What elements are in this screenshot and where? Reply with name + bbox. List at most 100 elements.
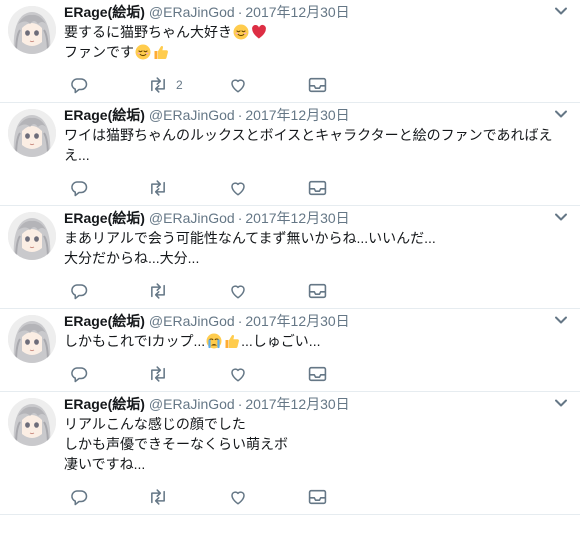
tweet[interactable]: ERage(絵垢) @ERaJinGod · 2017年12月30日 要するに猫野ちゃん… [0,0,580,103]
tweet-text-line: ファンです [64,42,550,62]
chevron-down-icon[interactable] [554,107,568,121]
reply-icon [70,179,88,197]
tweet-text-line: 大分だからね...大分... [64,250,200,266]
tweet-text: しかもこれでIカップ... ...しゅごい... [64,331,550,351]
tweet-actions [64,482,550,514]
display-name[interactable]: ERage(絵垢) [64,210,145,226]
tweet-text-line: まあリアルで会う可能性なんてまず無いからね...いいんだ... [64,230,436,246]
tweet-text-line: 要するに猫野ちゃん大好き [64,22,550,42]
avatar[interactable] [8,212,56,260]
username[interactable]: @ERaJinGod [149,107,235,123]
relieved-face-emoji [233,24,249,40]
tweet-text: 要するに猫野ちゃん大好き ファンです [64,22,550,62]
reply-icon [70,365,88,383]
tweet[interactable]: ERage(絵垢) @ERaJinGod · 2017年12月30日 まあリアルで会う可… [0,206,580,309]
tweet[interactable]: ERage(絵垢) @ERaJinGod · 2017年12月30日 しかもこれでIカッ… [0,309,580,392]
retweet-icon [148,488,168,506]
retweet-icon [148,179,168,197]
heart-icon [229,282,247,300]
like-button[interactable] [229,282,247,300]
separator-dot: · [237,210,243,226]
display-name[interactable]: ERage(絵垢) [64,4,145,20]
tweet-actions [64,359,550,391]
direct-message-button[interactable] [308,76,327,94]
username[interactable]: @ERaJinGod [149,4,235,20]
reply-button[interactable] [70,282,88,300]
direct-message-button[interactable] [308,365,327,383]
like-button[interactable] [229,76,247,94]
reply-button[interactable] [70,488,88,506]
direct-message-button[interactable] [308,179,327,197]
tweet-text-line: リアルこんな感じの顔でした [64,416,246,432]
retweet-icon [148,365,168,383]
tweet[interactable]: ERage(絵垢) @ERaJinGod · 2017年12月30日ワイは猫野ちゃんの… [0,103,580,206]
envelope-icon [308,366,327,382]
tweet-header: ERage(絵垢) @ERaJinGod · 2017年12月30日 [64,312,550,330]
thumbs-up-emoji [224,333,240,349]
direct-message-button[interactable] [308,282,327,300]
red-heart-emoji [251,24,267,40]
retweet-button[interactable] [148,488,176,506]
direct-message-button[interactable] [308,488,327,506]
username[interactable]: @ERaJinGod [149,396,235,412]
envelope-icon [308,180,327,196]
reply-button[interactable] [70,76,88,94]
tweet-text-tail: ...しゅごい... [241,333,321,349]
separator-dot: · [237,313,243,329]
timestamp[interactable]: 2017年12月30日 [245,210,349,226]
avatar[interactable] [8,6,56,54]
retweet-button[interactable]: 2 [148,76,183,94]
timestamp[interactable]: 2017年12月30日 [245,107,349,123]
reply-button[interactable] [70,179,88,197]
chevron-down-icon[interactable] [554,4,568,18]
retweet-button[interactable] [148,179,176,197]
tweet-actions: 2 [64,70,550,102]
timestamp[interactable]: 2017年12月30日 [245,313,349,329]
like-button[interactable] [229,365,247,383]
tweet-text-line: ワイは猫野ちゃんのルックスとボイスとキャラクターと絵のファンであればえ [64,127,553,143]
chevron-down-icon[interactable] [554,313,568,327]
reply-button[interactable] [70,365,88,383]
thumbs-up-emoji [153,44,169,60]
tweet-header: ERage(絵垢) @ERaJinGod · 2017年12月30日 [64,209,550,227]
display-name[interactable]: ERage(絵垢) [64,107,145,123]
heart-icon [229,365,247,383]
heart-icon [229,179,247,197]
relieved-face-emoji [135,44,151,60]
tweet-actions [64,173,550,205]
username[interactable]: @ERaJinGod [149,210,235,226]
timestamp[interactable]: 2017年12月30日 [245,4,349,20]
separator-dot: · [237,4,243,20]
crying-face-emoji [206,333,222,349]
reply-icon [70,488,88,506]
tweet-text-line: え... [64,147,90,163]
like-button[interactable] [229,488,247,506]
envelope-icon [308,283,327,299]
display-name[interactable]: ERage(絵垢) [64,396,145,412]
like-button[interactable] [229,179,247,197]
tweet-text: ワイは猫野ちゃんのルックスとボイスとキャラクターと絵のファンであればえ え... [64,125,553,165]
retweet-button[interactable] [148,365,176,383]
retweet-count: 2 [176,78,183,92]
display-name[interactable]: ERage(絵垢) [64,313,145,329]
tweet-header: ERage(絵垢) @ERaJinGod · 2017年12月30日 [64,3,550,21]
tweet-text-line: しかもこれでIカップ... ...しゅごい... [64,333,321,349]
username[interactable]: @ERaJinGod [149,313,235,329]
chevron-down-icon[interactable] [554,396,568,410]
envelope-icon [308,77,327,93]
avatar[interactable] [8,109,56,157]
timestamp[interactable]: 2017年12月30日 [245,396,349,412]
tweet-actions [64,276,550,308]
chevron-down-icon[interactable] [554,210,568,224]
envelope-icon [308,489,327,505]
retweet-button[interactable] [148,282,176,300]
reply-icon [70,76,88,94]
tweet[interactable]: ERage(絵垢) @ERaJinGod · 2017年12月30日 リアルこんな感じの… [0,392,580,515]
avatar[interactable] [8,315,56,363]
avatar[interactable] [8,398,56,446]
tweet-header: ERage(絵垢) @ERaJinGod · 2017年12月30日 [64,395,550,413]
retweet-icon [148,76,168,94]
tweet-text: リアルこんな感じの顔でした しかも声優できそーなくらい萌えボ 凄いですね... [64,414,550,474]
separator-dot: · [237,107,243,123]
heart-icon [229,76,247,94]
